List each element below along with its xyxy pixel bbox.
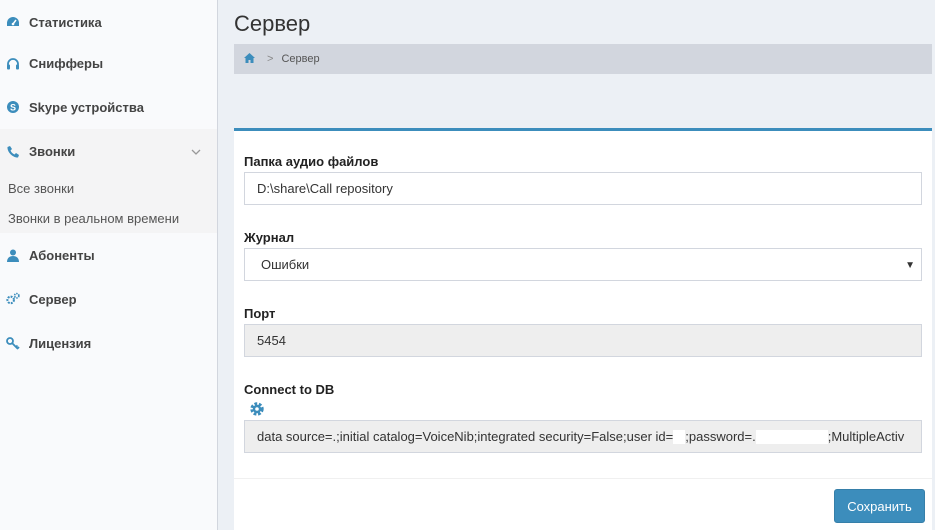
db-connection-text-3: ;MultipleActiv — [827, 429, 905, 444]
chevron-down-icon[interactable] — [191, 144, 201, 159]
sidebar-item-label: Абоненты — [29, 247, 95, 263]
calls-submenu: Все звонки Звонки в реальном времени — [0, 173, 217, 233]
sidebar-item-label: Лицензия — [29, 335, 92, 351]
headphones-icon — [6, 56, 20, 70]
sidebar-item-label: Снифферы — [29, 55, 104, 71]
db-connection-text-2: ;password=. — [685, 429, 756, 444]
audio-folder-input[interactable]: D:\share\Call repository — [244, 172, 922, 205]
sidebar-item-sniffers[interactable]: Снифферы — [0, 41, 217, 85]
audio-folder-label: Папка аудио файлов — [244, 154, 379, 169]
page-title: Сервер — [234, 11, 311, 36]
sidebar-item-server[interactable]: Сервер — [0, 277, 217, 321]
breadcrumb-separator: > — [267, 53, 274, 65]
key-icon — [6, 336, 20, 350]
sidebar-item-calls[interactable]: Звонки — [0, 129, 217, 173]
dashboard-icon — [6, 15, 20, 29]
sidebar-subitem-all-calls[interactable]: Все звонки — [8, 181, 74, 196]
sidebar-item-label: Статистика — [29, 14, 102, 30]
sidebar-subitem-realtime-calls[interactable]: Звонки в реальном времени — [8, 211, 179, 226]
server-settings-panel: Папка аудио файлов D:\share\Call reposit… — [234, 128, 932, 530]
sidebar-item-label: Skype устройства — [29, 99, 144, 115]
redacted-password — [755, 429, 828, 444]
gear-icon[interactable] — [248, 400, 266, 421]
user-icon — [6, 248, 20, 262]
main-content: Сервер > Сервер Папка аудио файлов D:\sh… — [219, 0, 935, 530]
sidebar-item-label: Сервер — [29, 291, 77, 307]
dropdown-arrow-icon: ▼ — [905, 260, 915, 271]
gears-icon — [6, 292, 20, 306]
sidebar-item-label: Звонки — [29, 143, 76, 159]
breadcrumb-current: Сервер — [281, 53, 320, 65]
db-connection-text-1: data source=.;initial catalog=VoiceNib;i… — [257, 429, 674, 444]
breadcrumb: > Сервер — [234, 44, 932, 74]
db-connection-input[interactable]: data source=.;initial catalog=VoiceNib;i… — [244, 420, 922, 453]
sidebar-item-skype[interactable]: S Skype устройства — [0, 85, 217, 129]
journal-select[interactable]: Ошибки ▼ — [244, 248, 922, 281]
sidebar-item-license[interactable]: Лицензия — [0, 321, 217, 365]
redacted-user-id — [673, 429, 686, 444]
skype-icon: S — [6, 100, 20, 114]
phone-icon — [6, 144, 20, 158]
journal-label: Журнал — [244, 230, 295, 245]
save-button[interactable]: Сохранить — [834, 489, 925, 523]
journal-selected-value: Ошибки — [261, 257, 310, 272]
sidebar-item-subscribers[interactable]: Абоненты — [0, 233, 217, 277]
home-icon[interactable] — [244, 52, 255, 66]
sidebar-item-statistics[interactable]: Статистика — [0, 0, 217, 44]
box-footer-divider — [234, 478, 932, 479]
port-input[interactable]: 5454 — [244, 324, 922, 357]
svg-text:S: S — [10, 103, 16, 113]
port-label: Порт — [244, 306, 276, 321]
db-label: Connect to DB — [244, 382, 335, 397]
sidebar: Статистика Снифферы S Skype устройства З… — [0, 0, 218, 530]
